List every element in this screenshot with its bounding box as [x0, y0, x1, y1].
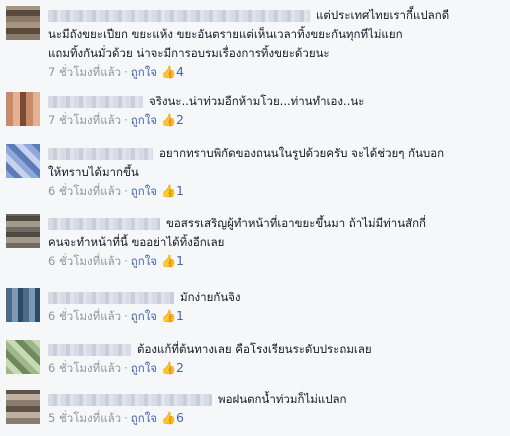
- timestamp[interactable]: 6 ชั่วโมงที่แล้ว: [48, 309, 121, 323]
- comment-item: พอฝนตกน้ำท่วมก็ไม่แปลก 5 ชั่วโมงที่แล้ว ·…: [0, 384, 510, 436]
- commenter-name-blurred[interactable]: [48, 9, 310, 22]
- commenter-name-blurred[interactable]: [48, 147, 153, 160]
- like-count[interactable]: 2: [176, 112, 184, 127]
- thumbs-up-icon: 👍: [161, 411, 176, 425]
- thumbs-up-icon: 👍: [161, 309, 176, 323]
- comment-meta: 5 ชั่วโมงที่แล้ว · ถูกใจ 👍6: [48, 410, 184, 425]
- comment-text: อยากทราบพิกัดของถนนในรูปด้วยครับ จะได้ช่…: [159, 146, 445, 160]
- comment-item: จริงนะ..น่าท่วมอีกห้ามโวย...ท่านทำเอง..น…: [0, 86, 510, 139]
- avatar[interactable]: [6, 288, 40, 322]
- avatar[interactable]: [6, 6, 40, 40]
- avatar[interactable]: [6, 340, 40, 374]
- comment-item: อยากทราบพิกัดของถนนในรูปด้วยครับ จะได้ช่…: [0, 138, 510, 209]
- thumbs-up-icon: 👍: [161, 113, 176, 127]
- comment-item: มักง่ายกันจิง 6 ชั่วโมงที่แล้ว · ถูกใจ 👍1: [0, 282, 510, 335]
- avatar[interactable]: [6, 214, 40, 248]
- like-link[interactable]: ถูกใจ: [131, 254, 157, 268]
- comment-meta: 6 ชั่วโมงที่แล้ว · ถูกใจ 👍1: [48, 253, 184, 268]
- like-count[interactable]: 6: [176, 410, 184, 425]
- timestamp[interactable]: 6 ชั่วโมงที่แล้ว: [48, 361, 121, 375]
- comment-text: ขอสรรเสริญผู้ทำหน้าที่เอาขยะขึ้นมา ถ้าไม…: [166, 216, 427, 230]
- like-link[interactable]: ถูกใจ: [131, 361, 157, 375]
- comment-text: พอฝนตกน้ำท่วมก็ไม่แปลก: [218, 392, 347, 406]
- commenter-name-blurred[interactable]: [48, 291, 174, 304]
- comment-item: แต่ประเทศไทยเรากี็แปลกดี นะมีถังขยะเปียก…: [0, 0, 510, 87]
- thumbs-up-icon: 👍: [161, 254, 176, 268]
- like-count[interactable]: 1: [176, 253, 184, 268]
- commenter-name-blurred[interactable]: [48, 343, 131, 356]
- comment-list: แต่ประเทศไทยเรากี็แปลกดี นะมีถังขยะเปียก…: [0, 0, 510, 436]
- thumbs-up-icon: 👍: [161, 184, 176, 198]
- like-count[interactable]: 1: [176, 308, 184, 323]
- comment-meta: 7 ชั่วโมงที่แล้ว · ถูกใจ 👍2: [48, 112, 184, 127]
- like-link[interactable]: ถูกใจ: [131, 184, 157, 198]
- commenter-name-blurred[interactable]: [48, 217, 160, 230]
- avatar[interactable]: [6, 144, 40, 178]
- timestamp[interactable]: 6 ชั่วโมงที่แล้ว: [48, 254, 121, 268]
- like-link[interactable]: ถูกใจ: [131, 113, 157, 127]
- comment-item: ต้องแก้ที่ต้นทางเลย คือโรงเรียนระดับประถ…: [0, 334, 510, 385]
- timestamp[interactable]: 7 ชั่วโมงที่แล้ว: [48, 113, 121, 127]
- like-link[interactable]: ถูกใจ: [131, 65, 157, 79]
- comment-text: มักง่ายกันจิง: [180, 290, 241, 304]
- comment-text: ต้องแก้ที่ต้นทางเลย คือโรงเรียนระดับประถ…: [137, 342, 372, 356]
- comment-text: แถมทิ้งกันมั่วด้วย น่าจะมีการอบรมเรื่องก…: [48, 46, 330, 60]
- comment-meta: 6 ชั่วโมงที่แล้ว · ถูกใจ 👍1: [48, 308, 184, 323]
- comment-meta: 6 ชั่วโมงที่แล้ว · ถูกใจ 👍1: [48, 183, 184, 198]
- like-count[interactable]: 4: [176, 64, 184, 79]
- comment-text: แต่ประเทศไทยเรากี็แปลกดี: [316, 8, 450, 22]
- avatar[interactable]: [6, 92, 40, 126]
- like-count[interactable]: 1: [176, 183, 184, 198]
- comment-text: ให้ทราบได้มากขึ้น: [48, 165, 139, 179]
- comment-text: คนจะทำหน้าที่นี้ ขออย่าได้ทิ้งอีกเลย: [48, 235, 225, 249]
- comment-text: นะมีถังขยะเปียก ขยะแห้ง ขยะอันตรายแต่เห็…: [48, 27, 403, 41]
- timestamp[interactable]: 7 ชั่วโมงที่แล้ว: [48, 65, 121, 79]
- comment-meta: 7 ชั่วโมงที่แล้ว · ถูกใจ 👍4: [48, 64, 184, 79]
- comment-item: ขอสรรเสริญผู้ทำหน้าที่เอาขยะขึ้นมา ถ้าไม…: [0, 208, 510, 283]
- comment-meta: 6 ชั่วโมงที่แล้ว · ถูกใจ 👍2: [48, 360, 184, 375]
- avatar[interactable]: [6, 390, 40, 424]
- like-link[interactable]: ถูกใจ: [131, 309, 157, 323]
- thumbs-up-icon: 👍: [161, 65, 176, 79]
- like-count[interactable]: 2: [176, 360, 184, 375]
- commenter-name-blurred[interactable]: [48, 393, 212, 406]
- thumbs-up-icon: 👍: [161, 361, 176, 375]
- timestamp[interactable]: 5 ชั่วโมงที่แล้ว: [48, 411, 121, 425]
- timestamp[interactable]: 6 ชั่วโมงที่แล้ว: [48, 184, 121, 198]
- like-link[interactable]: ถูกใจ: [131, 411, 157, 425]
- commenter-name-blurred[interactable]: [48, 95, 143, 108]
- comment-text: จริงนะ..น่าท่วมอีกห้ามโวย...ท่านทำเอง..น…: [149, 94, 365, 108]
